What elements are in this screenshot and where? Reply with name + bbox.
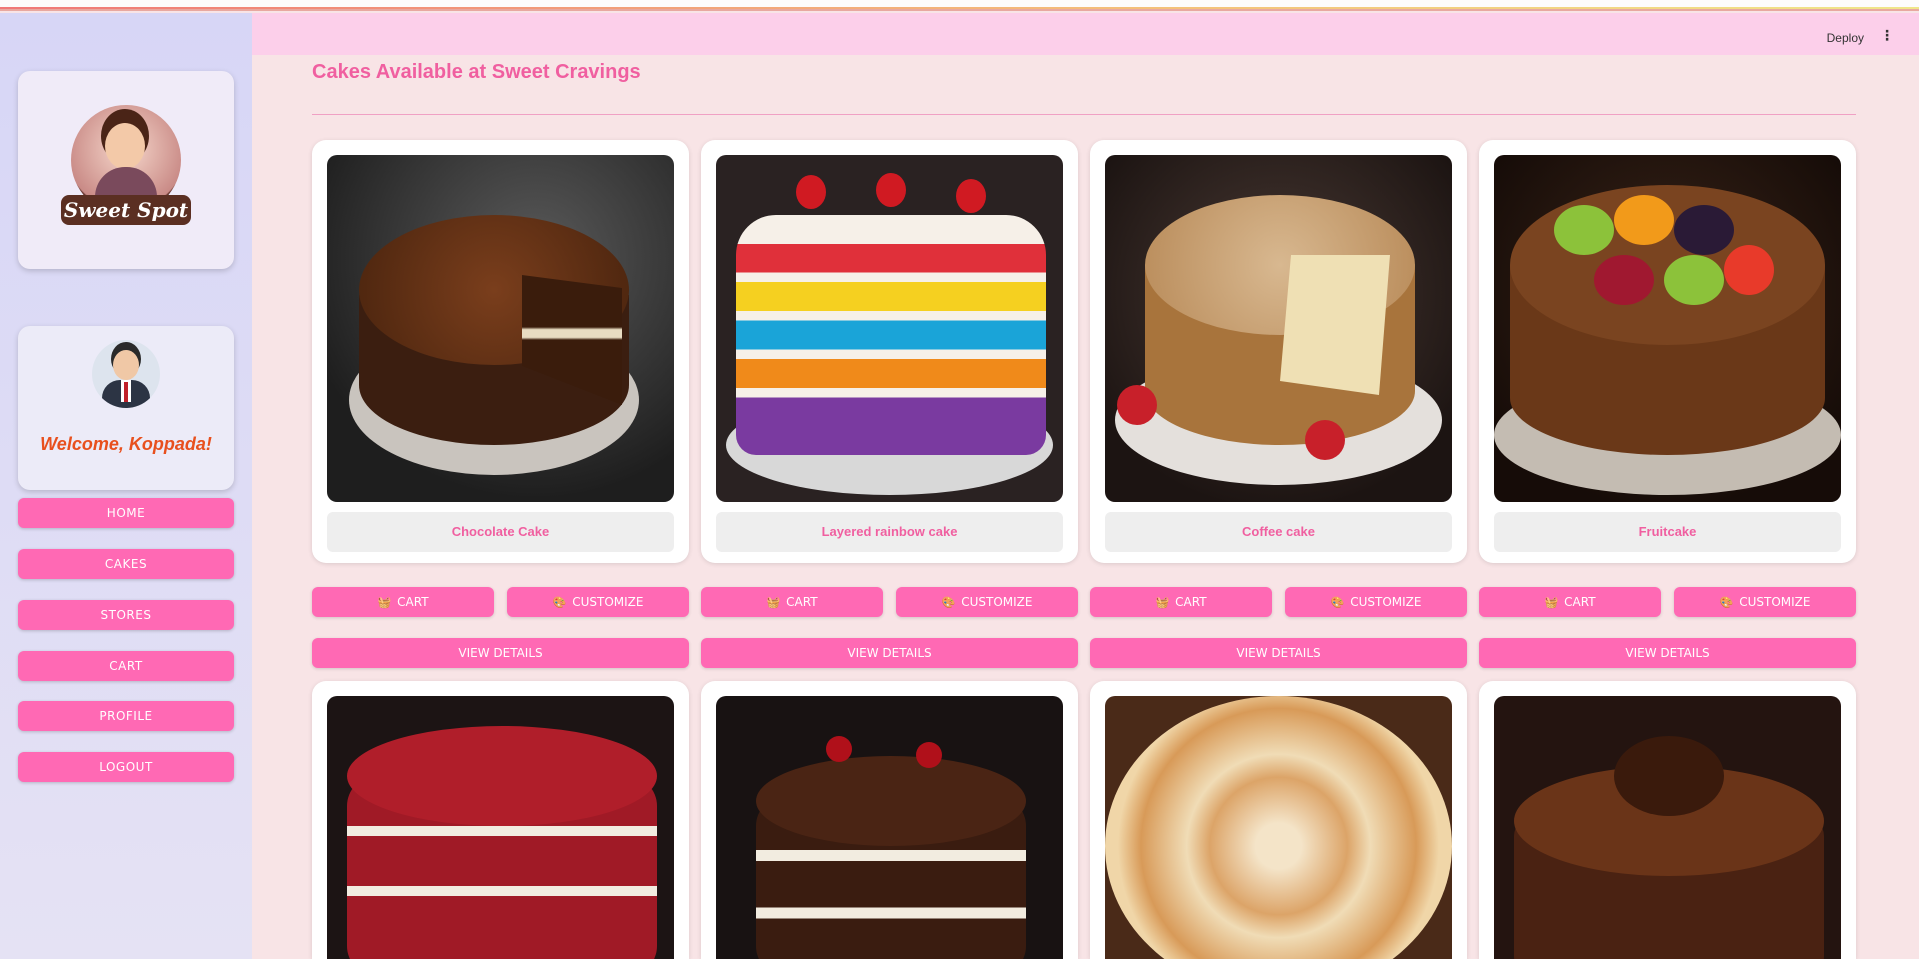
cake-name: Fruitcake [1494,512,1841,552]
palette-icon: 🎨 [1719,596,1734,609]
cake-card: Layered rainbow cake [701,140,1078,563]
chocolate-mousse-cake-image[interactable] [1494,696,1841,959]
red-velvet-cake-image[interactable] [327,696,674,959]
add-to-cart-button[interactable]: 🧺 CART [312,587,494,617]
profile-card: Welcome, Koppada! [18,326,234,490]
basket-icon: 🧺 [766,596,781,609]
sweet-spot-logo: Sweet Spot [61,105,191,235]
logo-text: Sweet Spot [61,195,191,225]
cake-card [701,681,1078,959]
add-to-cart-button[interactable]: 🧺 CART [701,587,883,617]
logo-card: Sweet Spot [18,71,234,269]
customize-button[interactable]: 🎨 CUSTOMIZE [896,587,1078,617]
rainbow-cake-image[interactable] [716,155,1063,502]
customize-button[interactable]: 🎨 CUSTOMIZE [1285,587,1467,617]
cake-card: Coffee cake [1090,140,1467,563]
cake-card [312,681,689,959]
cake-card: Chocolate Cake [312,140,689,563]
home-button[interactable]: HOME [18,498,234,528]
title-divider [312,114,1856,115]
add-to-cart-button[interactable]: 🧺 CART [1479,587,1661,617]
view-details-button[interactable]: VIEW DETAILS [1090,638,1467,668]
basket-icon: 🧺 [1155,596,1170,609]
customize-button[interactable]: 🎨 CUSTOMIZE [1674,587,1856,617]
cake-card: Fruitcake [1479,140,1856,563]
add-to-cart-button[interactable]: 🧺 CART [1090,587,1272,617]
cart-nav-button[interactable]: CART [18,651,234,681]
page-title: Cakes Available at Sweet Cravings [312,61,641,83]
coffee-cake-image[interactable] [1105,155,1452,502]
palette-icon: 🎨 [552,596,567,609]
avatar [92,340,160,408]
basket-icon: 🧺 [1544,596,1559,609]
caramel-cake-image[interactable] [1105,696,1452,959]
fruitcake-image[interactable] [1494,155,1841,502]
cake-name: Coffee cake [1105,512,1452,552]
cake-card [1090,681,1467,959]
vertical-dots-icon[interactable]: ⋮ [1880,28,1894,44]
black-forest-cake-image[interactable] [716,696,1063,959]
deploy-button[interactable]: Deploy [1827,31,1864,45]
view-details-button[interactable]: VIEW DETAILS [701,638,1078,668]
cake-card [1479,681,1856,959]
logout-button[interactable]: LOGOUT [18,752,234,782]
stores-button[interactable]: STORES [18,600,234,630]
profile-button[interactable]: PROFILE [18,701,234,731]
customize-button[interactable]: 🎨 CUSTOMIZE [507,587,689,617]
chocolate-cake-image[interactable] [327,155,674,502]
cakes-button[interactable]: CAKES [18,549,234,579]
top-header: Deploy ⋮ [252,13,1919,55]
basket-icon: 🧺 [377,596,392,609]
top-decoration-line [0,0,1919,11]
palette-icon: 🎨 [1330,596,1345,609]
welcome-message: Welcome, Koppada! [40,434,212,454]
view-details-button[interactable]: VIEW DETAILS [1479,638,1856,668]
cake-name: Chocolate Cake [327,512,674,552]
view-details-button[interactable]: VIEW DETAILS [312,638,689,668]
cake-name: Layered rainbow cake [716,512,1063,552]
palette-icon: 🎨 [941,596,956,609]
